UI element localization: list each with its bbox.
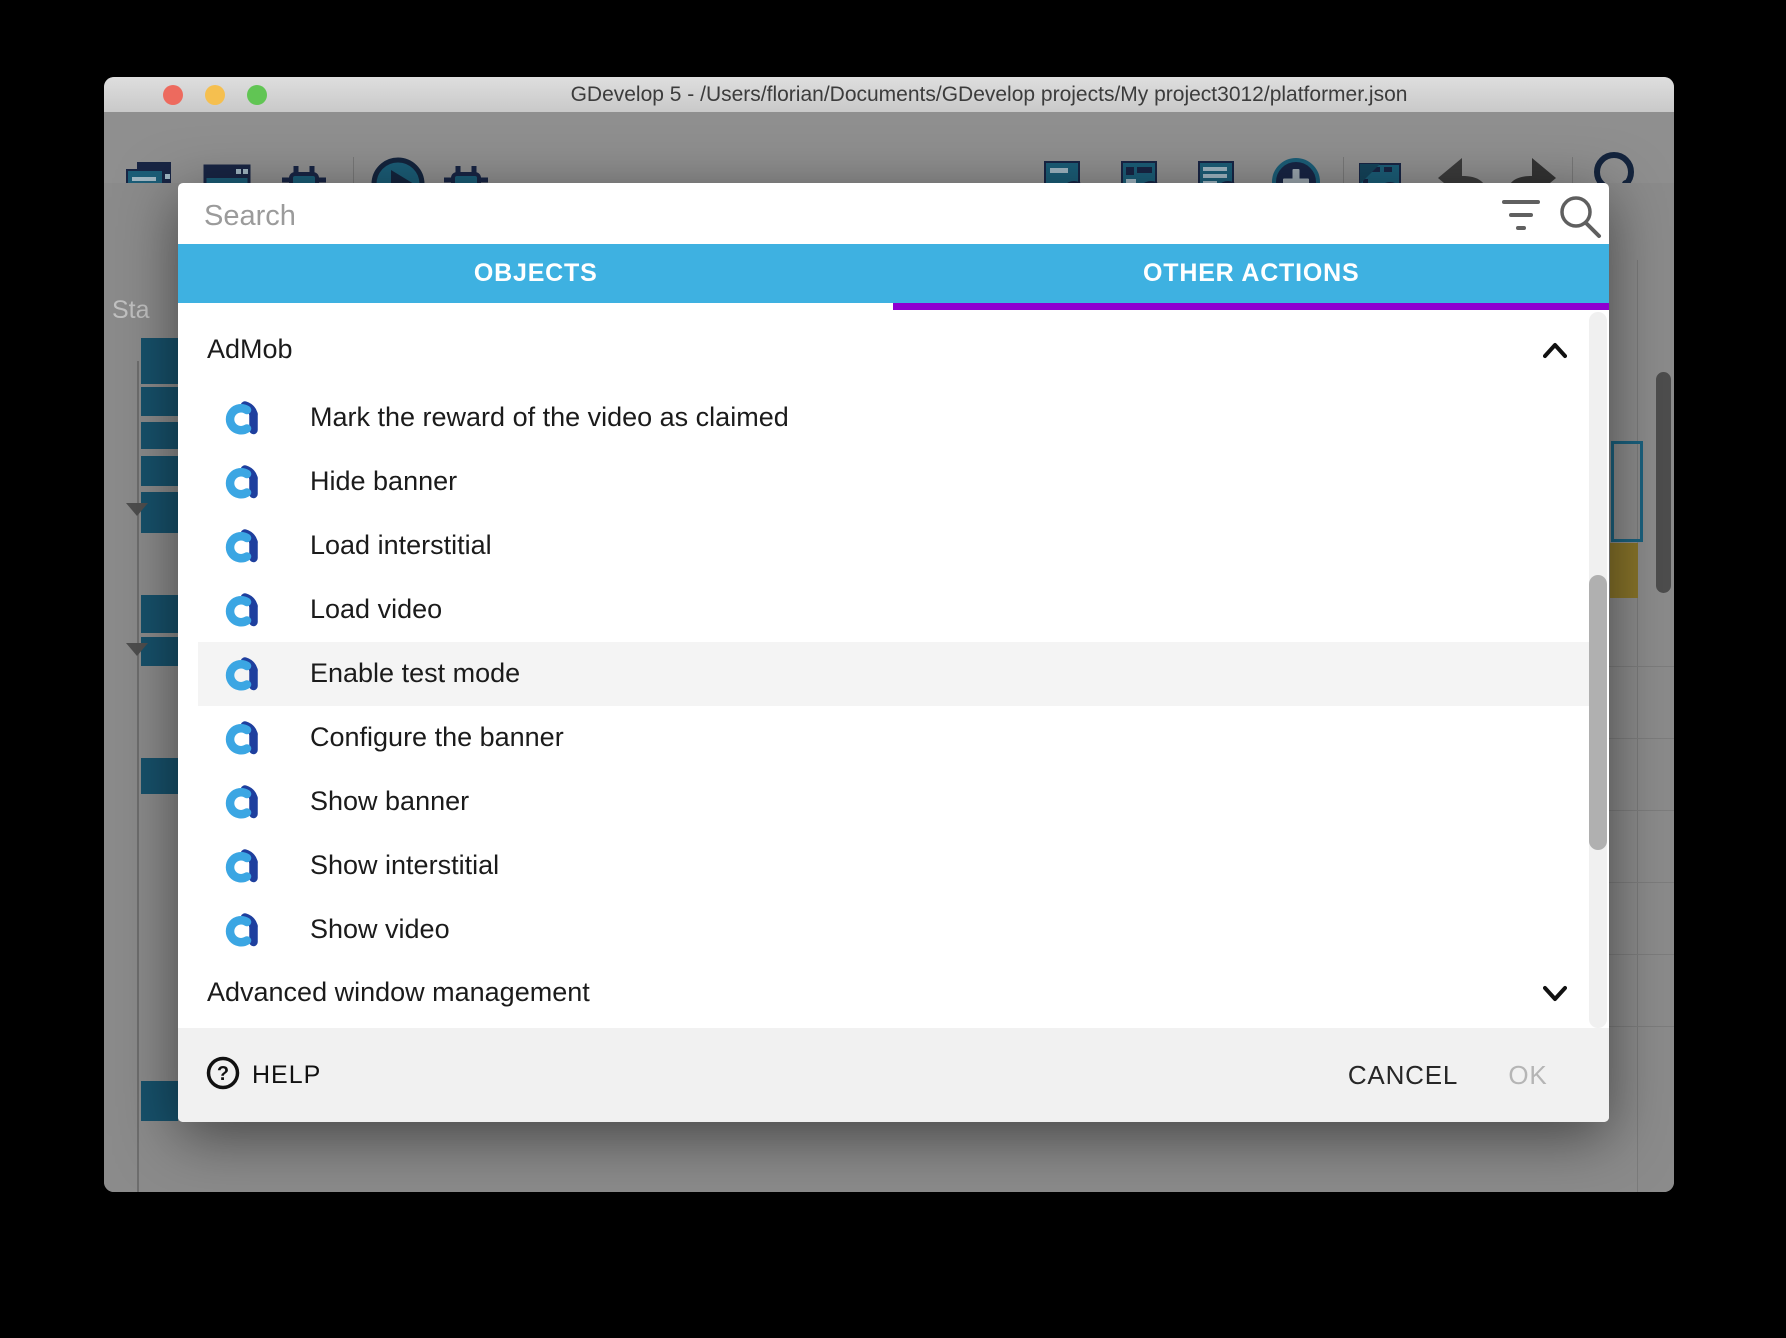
active-tab-underline — [893, 303, 1609, 310]
screen: GDevelop 5 - /Users/florian/Documents/GD… — [0, 0, 1786, 1338]
row-divider — [1609, 666, 1674, 667]
admob-icon — [224, 529, 258, 563]
svg-text:?: ? — [217, 1063, 229, 1085]
collapse-triangle-icon — [126, 503, 148, 516]
close-window-button[interactable] — [163, 85, 183, 105]
admob-icon — [224, 401, 258, 435]
section-label: AdMob — [207, 334, 293, 365]
row-divider — [1609, 954, 1674, 955]
item-label: Mark the reward of the video as claimed — [310, 402, 789, 433]
event-color-bar — [141, 387, 178, 416]
event-color-bar — [141, 338, 178, 384]
event-color-bar — [141, 1081, 178, 1121]
admob-icon — [224, 721, 258, 755]
event-color-bar — [141, 758, 178, 794]
admob-icon — [224, 913, 258, 947]
admob-icon — [224, 785, 258, 819]
list-item[interactable]: Show banner — [198, 770, 1589, 834]
item-label: Enable test mode — [310, 658, 520, 689]
list-item[interactable]: Show video — [198, 898, 1589, 962]
zoom-window-button[interactable] — [247, 85, 267, 105]
list-item[interactable]: Load interstitial — [198, 514, 1589, 578]
row-divider — [1609, 1026, 1674, 1027]
dialog-tabbar: OBJECTS OTHER ACTIONS — [178, 244, 1609, 303]
dialog-footer: ? HELP CANCEL OK — [178, 1028, 1609, 1122]
item-label: Load interstitial — [310, 530, 492, 561]
item-label: Show banner — [310, 786, 469, 817]
tab-objects[interactable]: OBJECTS — [178, 244, 894, 303]
cancel-button[interactable]: CANCEL — [1343, 1060, 1463, 1091]
tab-other-actions[interactable]: OTHER ACTIONS — [894, 244, 1610, 303]
toolbar — [104, 112, 1674, 183]
item-label: Hide banner — [310, 466, 457, 497]
minimize-window-button[interactable] — [205, 85, 225, 105]
event-color-bar — [141, 595, 178, 633]
event-color-bar — [141, 422, 178, 449]
window-title: GDevelop 5 - /Users/florian/Documents/GD… — [344, 77, 1634, 112]
collapse-triangle-icon — [126, 643, 148, 656]
list-item[interactable]: Hide banner — [198, 450, 1589, 514]
help-icon: ? — [206, 1056, 240, 1090]
row-divider — [1609, 810, 1674, 811]
section-header-advanced-window-management[interactable]: Advanced window management — [178, 962, 1589, 1026]
list-item[interactable]: Configure the banner — [198, 706, 1589, 770]
search-input[interactable] — [202, 193, 1466, 239]
events-column-divider — [1637, 260, 1638, 1192]
search-icon[interactable] — [1556, 193, 1606, 239]
event-color-bar — [141, 456, 178, 486]
title-bar: GDevelop 5 - /Users/florian/Documents/GD… — [104, 77, 1674, 113]
help-label: HELP — [252, 1061, 321, 1090]
row-divider — [1609, 738, 1674, 739]
list-item-highlighted[interactable]: Enable test mode — [198, 642, 1589, 706]
events-tree-line — [137, 361, 139, 1192]
background-tab-label: Sta — [112, 296, 150, 325]
item-label: Load video — [310, 594, 442, 625]
item-label: Show interstitial — [310, 850, 499, 881]
item-label: Show video — [310, 914, 450, 945]
list-item[interactable]: Load video — [198, 578, 1589, 642]
section-header-admob[interactable]: AdMob — [178, 319, 1589, 383]
dialog-scrollbar-thumb[interactable] — [1589, 575, 1607, 850]
list-item[interactable]: Show interstitial — [198, 834, 1589, 898]
admob-icon — [224, 593, 258, 627]
highlighted-event-block — [1610, 543, 1638, 598]
list-item[interactable]: Mark the reward of the video as claimed — [198, 386, 1589, 450]
row-divider — [1609, 882, 1674, 883]
window-scrollbar-thumb[interactable] — [1656, 372, 1671, 593]
selected-event-outline — [1611, 441, 1643, 542]
admob-icon — [224, 465, 258, 499]
admob-icon — [224, 849, 258, 883]
chevron-up-icon[interactable] — [1543, 341, 1567, 359]
ok-button[interactable]: OK — [1493, 1060, 1563, 1091]
section-label: Advanced window management — [207, 977, 590, 1008]
chevron-down-icon[interactable] — [1543, 984, 1567, 1002]
item-label: Configure the banner — [310, 722, 564, 753]
admob-icon — [224, 657, 258, 691]
instruction-selector-dialog: OBJECTS OTHER ACTIONS AdMob Mark the rew… — [178, 183, 1609, 1122]
